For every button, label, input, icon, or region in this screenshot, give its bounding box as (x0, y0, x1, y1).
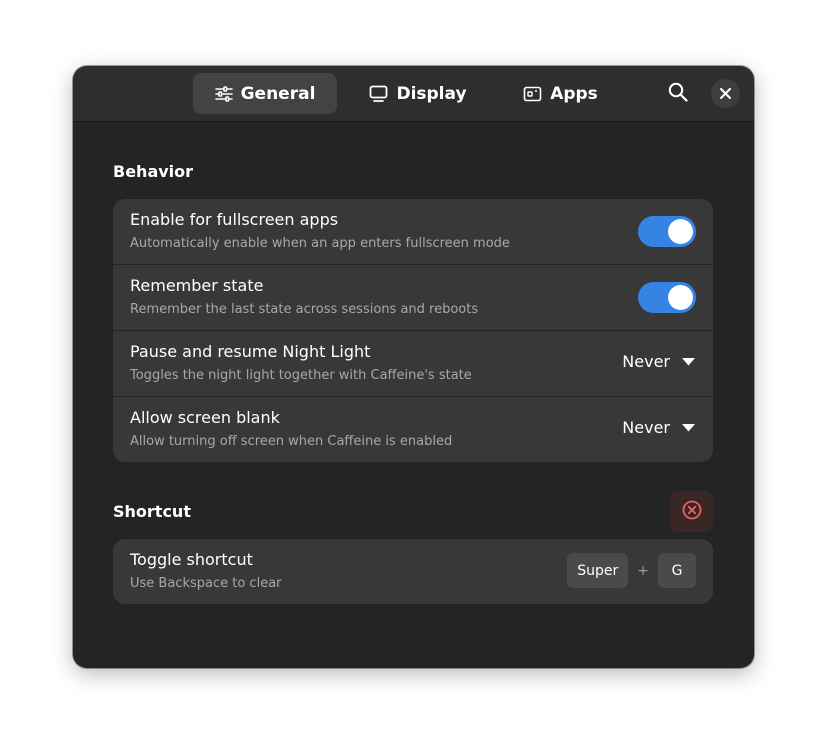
caret-down-icon (682, 423, 695, 432)
row-subtitle: Use Backspace to clear (130, 576, 282, 591)
shortcut-section-title: Shortcut (113, 502, 191, 521)
shortcut-keys: Super + G (567, 553, 696, 588)
close-icon (720, 84, 731, 103)
search-button[interactable] (661, 78, 695, 110)
tab-display[interactable]: Display (353, 73, 483, 114)
switch-knob (668, 285, 693, 310)
row-title: Pause and resume Night Light (130, 342, 371, 361)
row-subtitle: Remember the last state across sessions … (130, 302, 479, 317)
monitor-icon (369, 85, 388, 103)
fullscreen-apps-switch[interactable] (638, 216, 696, 247)
dropdown-value: Never (622, 352, 670, 371)
row-title: Allow screen blank (130, 408, 280, 427)
close-button[interactable] (711, 79, 740, 108)
row-screen-blank[interactable]: Allow screen blank Allow turning off scr… (113, 397, 713, 462)
behavior-group: Enable for fullscreen apps Automatically… (113, 199, 713, 462)
header-bar: General Display Apps (73, 66, 754, 122)
clear-shortcut-button[interactable] (670, 491, 713, 532)
behavior-section-title: Behavior (113, 162, 194, 181)
switch-knob (668, 219, 693, 244)
row-title: Enable for fullscreen apps (130, 210, 339, 229)
tab-display-label: Display (396, 83, 467, 104)
sliders-icon (214, 85, 233, 102)
row-title: Toggle shortcut (130, 550, 253, 569)
row-subtitle: Automatically enable when an app enters … (130, 236, 510, 251)
night-light-dropdown[interactable]: Never (622, 352, 695, 371)
dropdown-value: Never (622, 418, 670, 437)
tab-apps[interactable]: Apps (503, 73, 618, 114)
preferences-window: General Display Apps Behavior Enable for… (73, 66, 754, 668)
key-super: Super (567, 553, 629, 588)
clear-circle-icon (682, 500, 702, 524)
screen-blank-dropdown[interactable]: Never (622, 418, 695, 437)
apps-window-icon (523, 86, 542, 102)
key-separator: + (637, 562, 649, 579)
row-title: Remember state (130, 276, 264, 295)
caret-down-icon (682, 357, 695, 366)
shortcut-group: Toggle shortcut Use Backspace to clear S… (113, 539, 713, 604)
row-fullscreen-apps[interactable]: Enable for fullscreen apps Automatically… (113, 199, 713, 265)
remember-state-switch[interactable] (638, 282, 696, 313)
tab-apps-label: Apps (550, 83, 598, 104)
row-night-light[interactable]: Pause and resume Night Light Toggles the… (113, 331, 713, 397)
row-subtitle: Toggles the night light together with Ca… (130, 368, 472, 383)
row-subtitle: Allow turning off screen when Caffeine i… (130, 434, 453, 449)
tab-general-label: General (240, 83, 316, 104)
search-icon (668, 82, 688, 106)
tab-general[interactable]: General (193, 73, 337, 114)
row-toggle-shortcut[interactable]: Toggle shortcut Use Backspace to clear S… (113, 539, 713, 604)
key-g: G (658, 553, 696, 588)
row-remember-state[interactable]: Remember state Remember the last state a… (113, 265, 713, 331)
